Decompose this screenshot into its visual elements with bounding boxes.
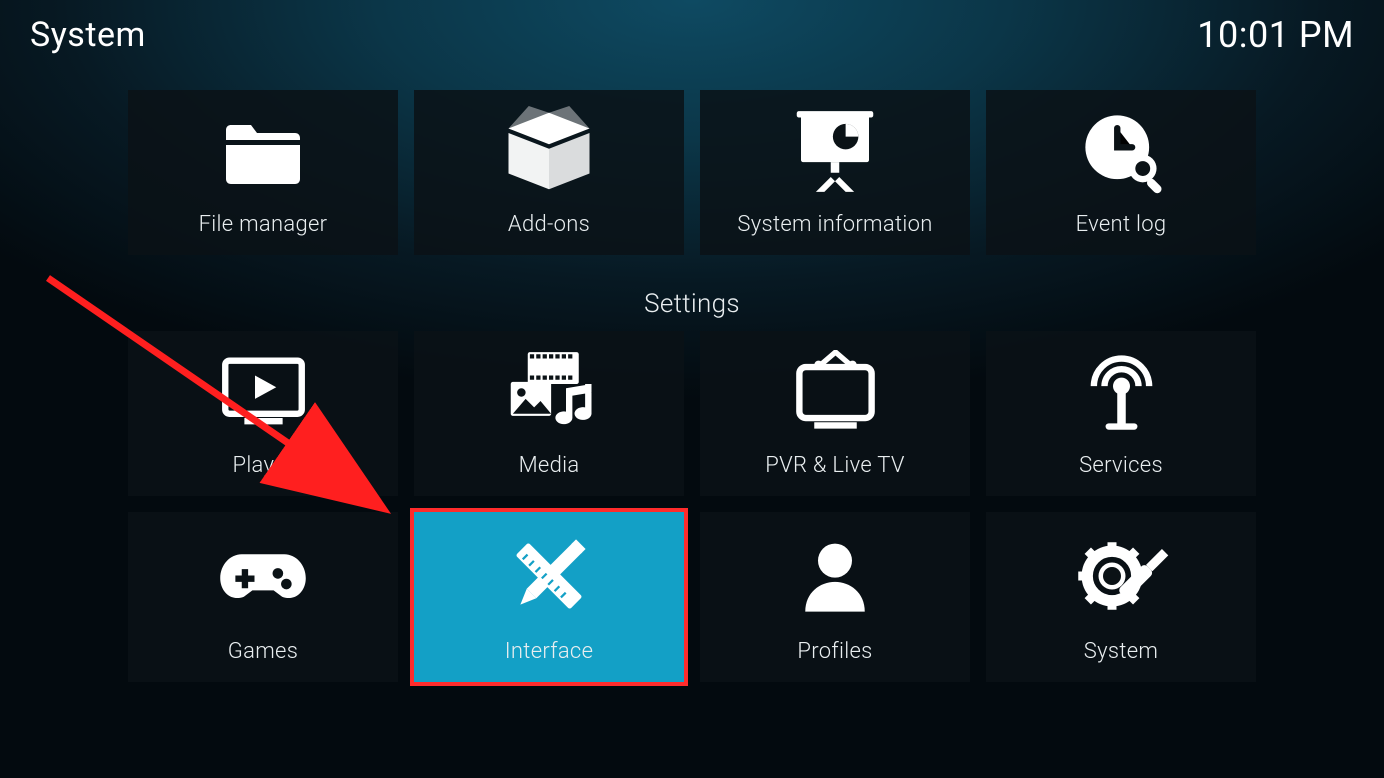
tile-label: Player [232, 453, 293, 478]
tile-profiles[interactable]: Profiles [700, 512, 970, 682]
tile-label: Profiles [797, 639, 872, 664]
tile-system-information[interactable]: System information [700, 90, 970, 255]
tile-event-log[interactable]: Event log [986, 90, 1256, 255]
tile-file-manager[interactable]: File manager [128, 90, 398, 255]
tile-services[interactable]: Services [986, 331, 1256, 496]
tile-pvr-live-tv[interactable]: PVR & Live TV [700, 331, 970, 496]
clock-search-icon [1074, 90, 1169, 212]
page-title: System [30, 15, 146, 55]
folder-icon [218, 90, 308, 212]
tile-label: File manager [199, 212, 328, 237]
pencil-ruler-icon [499, 512, 599, 639]
user-icon [790, 512, 880, 639]
clock: 10:01 PM [1197, 14, 1354, 56]
presentation-icon [790, 90, 880, 212]
broadcast-icon [1074, 331, 1169, 453]
tile-add-ons[interactable]: Add-ons [414, 90, 684, 255]
settings-row-2: Games Interface Profiles System [128, 512, 1256, 682]
gamepad-icon [213, 512, 313, 639]
tile-label: Services [1079, 453, 1163, 478]
section-label-settings: Settings [644, 289, 740, 319]
tile-label: Games [228, 639, 298, 664]
tile-interface[interactable]: Interface [414, 512, 684, 682]
tile-label: PVR & Live TV [765, 453, 904, 478]
gear-tools-icon [1071, 512, 1171, 639]
tile-label: Media [519, 453, 580, 478]
tile-label: Interface [505, 639, 594, 664]
tile-media[interactable]: Media [414, 331, 684, 496]
content-area: File manager Add-ons System information … [0, 90, 1384, 698]
play-screen-icon [216, 331, 311, 453]
tile-label: System [1084, 639, 1158, 664]
box-icon [499, 90, 599, 212]
tile-games[interactable]: Games [128, 512, 398, 682]
tile-label: System information [737, 212, 932, 237]
tile-label: Add-ons [508, 212, 590, 237]
settings-row-1: Player Media PVR & Live TV Services [128, 331, 1256, 496]
tile-system[interactable]: System [986, 512, 1256, 682]
tile-label: Event log [1076, 212, 1167, 237]
top-row: File manager Add-ons System information … [128, 90, 1256, 255]
media-stack-icon [499, 331, 599, 453]
tv-icon [788, 331, 883, 453]
header-bar: System 10:01 PM [0, 0, 1384, 70]
tile-player[interactable]: Player [128, 331, 398, 496]
